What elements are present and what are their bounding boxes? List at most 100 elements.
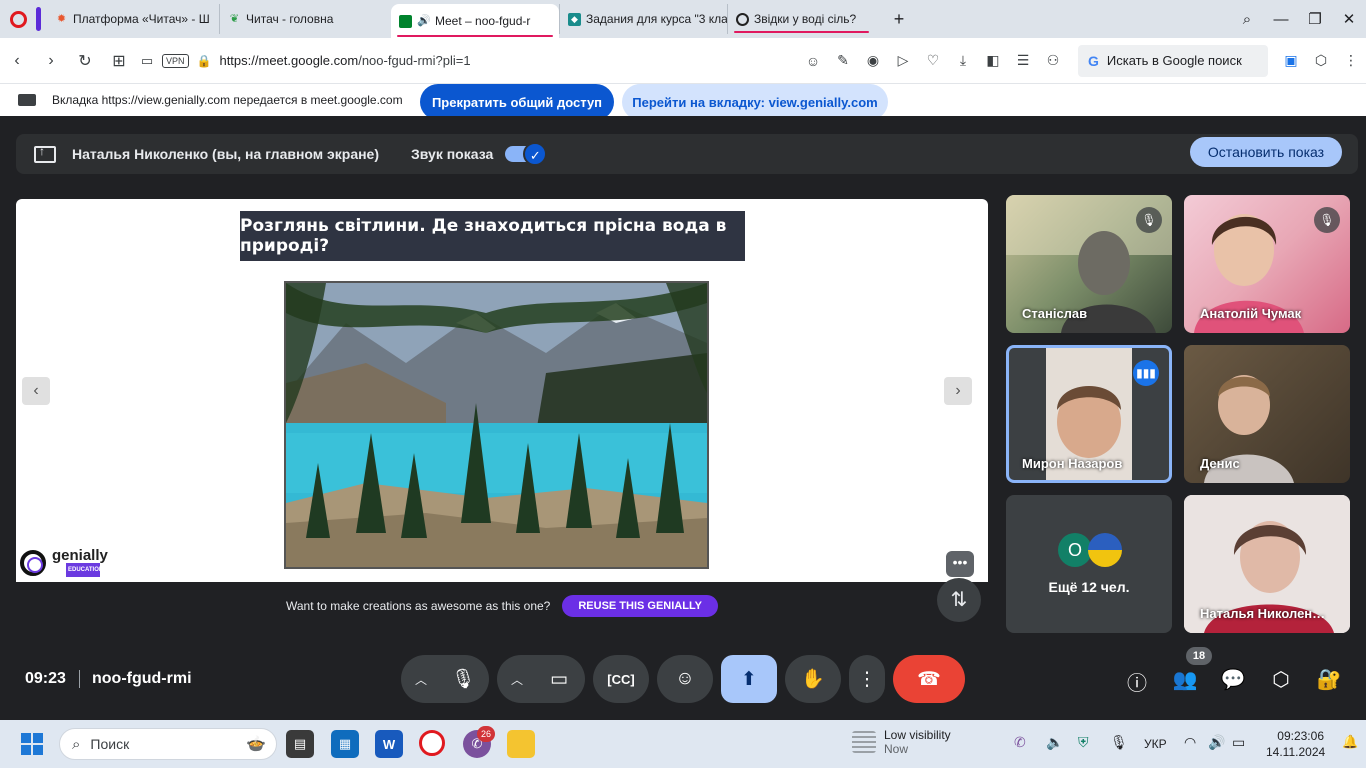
security-shield-icon[interactable]: ⛨	[1078, 734, 1089, 751]
present-screen-button[interactable]: ⬆	[721, 655, 777, 703]
swap-layout-button[interactable]: ⇅	[937, 578, 981, 622]
speaker-icon[interactable]: 🔊	[417, 15, 431, 28]
system-clock[interactable]: 09:23:06 14.11.2024	[1266, 728, 1325, 760]
opera-taskbar-icon[interactable]	[419, 730, 445, 756]
download-icon[interactable]: ⤓	[948, 52, 978, 69]
url-field[interactable]: https://meet.google.com/noo-fgud-rmi?pli…	[219, 53, 798, 68]
meeting-code: noo-fgud-rmi	[79, 670, 192, 688]
participant-tile[interactable]: 🎙 Анатолій Чумак	[1184, 195, 1350, 333]
more-options-button[interactable]: ⋮	[849, 655, 885, 703]
captions-button[interactable]: [CC]	[593, 655, 649, 703]
opera-logo-icon[interactable]	[0, 0, 36, 38]
search-tabs-icon[interactable]: ⌕	[1230, 11, 1264, 28]
more-vert-icon: ⋮	[857, 668, 877, 690]
tab-google-meet[interactable]: 🔊 Meet – noo-fgud-r	[391, 4, 559, 38]
extensions-cube-icon[interactable]: ⬡	[1306, 52, 1336, 69]
wallet-icon[interactable]: ▣	[1276, 52, 1306, 69]
camera-icon[interactable]: ▭	[136, 53, 158, 69]
mic-off-icon: 🎙	[1314, 207, 1340, 233]
chat-icon[interactable]: 💬	[1218, 667, 1248, 692]
restore-icon[interactable]: ❐	[1298, 10, 1332, 28]
easy-setup-icon[interactable]: ☰	[1008, 52, 1038, 69]
genially-logo-text: genially EDUCATION	[52, 547, 108, 577]
minimize-icon[interactable]: —	[1264, 11, 1298, 28]
camera-options-chevron-icon[interactable]: ︿	[511, 671, 523, 688]
raise-hand-button[interactable]: ✋	[785, 655, 841, 703]
slide-prev-button[interactable]: ‹	[22, 377, 50, 405]
tab-title: Meet – noo-fgud-r	[435, 14, 531, 28]
search-highlight-icon: 🍲	[246, 736, 266, 753]
mic-tray-icon[interactable]: 🎙	[1110, 734, 1128, 751]
classroom-favicon-icon: ◆	[568, 12, 581, 26]
participant-tile[interactable]: 🎙 Станіслав	[1006, 195, 1172, 333]
reactions-button[interactable]: ☺	[657, 655, 713, 703]
leave-call-button[interactable]: ☎	[893, 655, 965, 703]
participant-name: Станіслав	[1022, 306, 1088, 321]
back-arrow-icon[interactable]: ‹	[0, 52, 34, 70]
slide-title: Розглянь світлини. Де знаходиться прісна…	[240, 211, 745, 261]
ms-store-icon[interactable]: ▦	[331, 730, 359, 758]
new-tab-plus-icon[interactable]: +	[885, 9, 913, 30]
people-icon[interactable]: 👥	[1170, 667, 1200, 692]
stop-sharing-button[interactable]: Прекратить общий доступ	[420, 84, 614, 120]
meeting-info-icon[interactable]: ⓘ	[1122, 667, 1152, 696]
reload-icon[interactable]: ↻	[68, 51, 102, 71]
reuse-genially-button[interactable]: REUSE THIS GENIALLY	[562, 594, 719, 617]
participant-tile[interactable]: Денис	[1184, 345, 1350, 483]
taskbar-search[interactable]: ⌕ Поиск 🍲	[59, 728, 277, 760]
window-controls: ⌕ — ❐ ✕	[1230, 0, 1366, 38]
more-participants-tile[interactable]: О Ещё 12 чел.	[1006, 495, 1172, 633]
participant-name: Денис	[1200, 456, 1240, 471]
play-icon[interactable]: ▷	[888, 52, 918, 69]
wifi-icon[interactable]: ◠	[1184, 734, 1196, 751]
google-search-box[interactable]: G Искать в Google поиск	[1078, 44, 1268, 77]
tab-genially-water[interactable]: Звідки у воді сіль?	[727, 4, 875, 34]
viber-tray-icon[interactable]: ✆	[1014, 734, 1026, 751]
slide-options-button[interactable]: •••	[946, 551, 974, 577]
taskbar-search-placeholder: Поиск	[90, 736, 130, 752]
keyboard-language[interactable]: УКР	[1144, 737, 1167, 751]
weather-widget[interactable]: Low visibility Now	[852, 728, 951, 756]
mic-options-chevron-icon[interactable]: ︿	[415, 671, 427, 688]
profile-icon[interactable]: ⚇	[1038, 52, 1068, 69]
snapshot-icon[interactable]: ◉	[858, 52, 888, 69]
host-controls-lock-icon[interactable]: 🔐	[1314, 667, 1344, 692]
emoji-icon[interactable]: ☺	[798, 53, 828, 69]
activities-icon[interactable]: ⬡	[1266, 667, 1296, 692]
windows-start-icon[interactable]	[21, 733, 43, 755]
speed-dial-icon[interactable]: ⊞	[102, 51, 136, 71]
sound-label: Звук показа	[411, 146, 494, 162]
participant-tile[interactable]: Наталья Николен…	[1184, 495, 1350, 633]
presentation-sound-toggle[interactable]: ✓	[505, 142, 548, 166]
tab-classroom-tasks[interactable]: ◆ Задания для курса "3 кла	[559, 4, 727, 34]
shared-screen: Розглянь світлини. Де знаходиться прісна…	[16, 199, 988, 629]
participant-tile[interactable]: ▮▮▮ Мирон Назаров	[1006, 345, 1172, 483]
go-to-tab-button[interactable]: Перейти на вкладку: view.genially.com	[622, 84, 888, 120]
tab-chytach-home[interactable]: ❦ Читач - головна	[219, 4, 391, 34]
stop-presenting-button[interactable]: Остановить показ	[1190, 137, 1342, 167]
google-g-icon: G	[1088, 52, 1099, 69]
tab-title: Платформа «Читач» - Ш	[73, 12, 210, 26]
edit-icon[interactable]: ✎	[828, 52, 858, 69]
vpn-badge[interactable]: VPN	[162, 53, 189, 68]
task-view-icon[interactable]: ▤	[286, 730, 314, 758]
menu-dots-icon[interactable]: ⋮	[1336, 52, 1366, 69]
volume-tray-icon[interactable]: 🔈	[1046, 734, 1063, 751]
genially-logo-word: genially	[52, 547, 108, 564]
battery-icon[interactable]: ▭	[1232, 734, 1245, 751]
tab-title: Задания для курса "3 кла	[586, 12, 727, 26]
sidebar-toggle-icon[interactable]: ◧	[978, 52, 1008, 69]
video-camera-icon[interactable]: ▭	[541, 668, 577, 691]
tab-chytach-platform[interactable]: ✹ Платформа «Читач» - Ш	[47, 4, 219, 34]
slide-next-button[interactable]: ›	[944, 377, 972, 405]
check-icon: ✓	[523, 142, 548, 166]
notification-bell-icon[interactable]: 🔔	[1342, 734, 1358, 750]
close-icon[interactable]: ✕	[1332, 10, 1366, 28]
lock-icon[interactable]: 🔒	[197, 54, 212, 68]
file-explorer-icon[interactable]	[507, 730, 535, 758]
word-icon[interactable]: W	[375, 730, 403, 758]
speaker-tray-icon[interactable]: 🔊	[1208, 734, 1225, 751]
heart-icon[interactable]: ♡	[918, 52, 948, 69]
microphone-icon[interactable]: 🎙	[445, 667, 481, 691]
forward-arrow-icon[interactable]: ›	[34, 52, 68, 70]
